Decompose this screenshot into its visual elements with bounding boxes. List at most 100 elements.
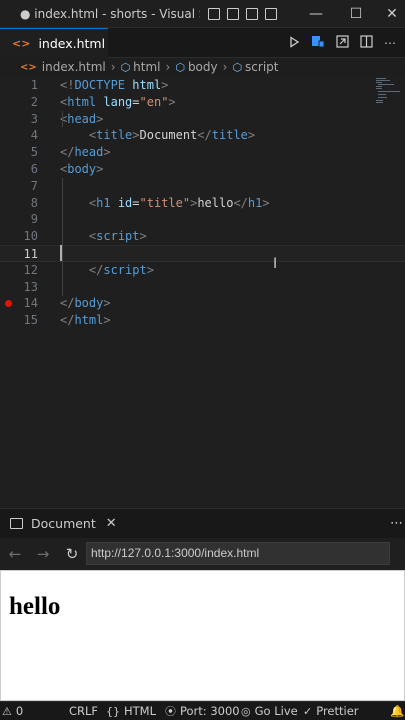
line-number: 4	[30, 128, 38, 143]
reload-icon[interactable]: ↻	[62, 544, 82, 564]
code-line[interactable]: 4 <title>Document</title>	[0, 127, 405, 144]
browser-tab-bar: Document ✕ ⋯	[0, 508, 405, 538]
url-input[interactable]: http://127.0.0.1:3000/index.html	[86, 542, 390, 565]
chevron-right-icon: ›	[222, 60, 228, 74]
code-token: body	[74, 296, 104, 311]
code-line[interactable]: 15 </html>	[0, 312, 405, 329]
maximize-button[interactable]: ☐	[338, 0, 374, 28]
toggle-panel-icon[interactable]	[227, 7, 239, 20]
language-status[interactable]: {} HTML	[106, 702, 156, 720]
text-cursor	[60, 245, 62, 261]
line-number: 9	[30, 212, 38, 227]
code-line[interactable]: 9	[0, 211, 405, 228]
code-token: >	[132, 128, 140, 143]
breakpoint-icon[interactable]	[5, 300, 12, 308]
browser-viewport[interactable]: hello	[0, 570, 405, 701]
indent-guide	[62, 178, 63, 296]
line-number: 5	[30, 145, 38, 160]
code-line[interactable]: 7	[0, 178, 405, 195]
code-token: h1	[247, 195, 263, 210]
breadcrumb-script[interactable]: script	[245, 60, 278, 74]
code-text: </script>	[60, 262, 154, 279]
code-token: </	[233, 195, 248, 210]
code-token: html	[67, 94, 97, 109]
code-line[interactable]: 5 </head>	[0, 144, 405, 161]
page-heading: hello	[9, 593, 61, 620]
code-line[interactable]: 13	[0, 279, 405, 296]
code-token: head	[74, 145, 104, 160]
element-icon: ⬡	[120, 60, 131, 74]
tab-index-html[interactable]: <> index.html	[0, 28, 108, 58]
element-icon: ⬡	[232, 60, 243, 74]
code-token: >	[139, 229, 147, 244]
code-token: lang	[103, 94, 133, 109]
breadcrumb-file[interactable]: index.html	[42, 60, 106, 74]
line-number: 2	[30, 94, 38, 109]
title-bar: ● index.html - shorts - Visual Studio C.…	[0, 0, 405, 28]
code-token: >	[103, 296, 111, 311]
more-actions-icon[interactable]: ⋯	[390, 509, 403, 539]
editor-actions: ⋯	[287, 28, 397, 58]
breadcrumb-body[interactable]: body	[188, 60, 218, 74]
prettier-status[interactable]: ✓ Prettier	[303, 702, 359, 720]
toggle-secondary-sidebar-icon[interactable]	[246, 7, 258, 20]
editor-tab-bar: <> index.html ⋯	[0, 28, 405, 58]
code-token: "title"	[139, 195, 191, 210]
code-token: id	[117, 195, 133, 210]
code-token: title	[96, 128, 133, 143]
code-token: hello	[197, 195, 234, 210]
code-token: </	[60, 145, 75, 160]
customize-layout-icon[interactable]	[265, 7, 277, 20]
code-line[interactable]: 12 </script>	[0, 262, 405, 279]
line-number: 14	[23, 296, 38, 311]
code-line[interactable]: 6 <body>	[0, 161, 405, 178]
forward-icon[interactable]: →	[33, 544, 53, 564]
code-token: Document	[139, 128, 198, 143]
split-editor-icon[interactable]	[359, 35, 373, 51]
line-number: 10	[23, 229, 38, 244]
status-bar: ⚠ 0 CRLF {} HTML ⦿ Port: 3000 ◎ Go Live ✓ Pre…	[0, 701, 405, 720]
code-token: >	[262, 195, 270, 210]
go-live-status[interactable]: ◎ Go Live	[241, 702, 298, 720]
code-line[interactable]: 8 <h1 id="title">hello</h1>	[0, 195, 405, 212]
eol-status[interactable]: CRLF	[69, 702, 98, 720]
code-line[interactable]: 14 </body>	[0, 295, 405, 312]
notifications-bell-icon[interactable]: 🔔	[390, 702, 404, 720]
code-token: </	[88, 262, 104, 277]
code-token: >	[103, 313, 111, 328]
element-icon: ⬡	[175, 60, 185, 74]
close-tab-icon[interactable]: ✕	[106, 516, 117, 531]
code-text: </head>	[60, 144, 111, 161]
code-editor[interactable]: 1 <!DOCTYPE html> 2 <html lang="en"> 3 <head>…	[0, 76, 405, 508]
port-status[interactable]: ⦿ Port: 3000	[165, 702, 240, 720]
code-token: html	[132, 78, 162, 92]
toggle-primary-sidebar-icon[interactable]	[208, 7, 220, 20]
line-number: 8	[30, 195, 38, 210]
tab-document[interactable]: Document ✕	[0, 509, 117, 539]
back-icon[interactable]: ←	[5, 544, 25, 564]
browser-nav-bar: ← → ↻ http://127.0.0.1:3000/index.html	[0, 538, 405, 570]
code-line[interactable]: 1 <!DOCTYPE html>	[0, 77, 405, 94]
breadcrumb-html[interactable]: html	[133, 60, 160, 74]
code-line[interactable]: 10 <script>	[0, 228, 405, 245]
code-text: <head>	[60, 111, 103, 128]
code-line[interactable]: 3 <head>	[0, 111, 405, 128]
code-token: </	[60, 296, 75, 311]
code-token: script	[96, 229, 140, 244]
code-token: </	[197, 128, 212, 143]
code-text: <html lang="en">	[60, 94, 176, 111]
minimize-button[interactable]: —	[298, 0, 334, 28]
open-preview-icon[interactable]	[335, 35, 349, 51]
chevron-right-icon: ›	[165, 60, 171, 74]
run-icon[interactable]	[287, 35, 301, 51]
prettier-label: Prettier	[316, 704, 359, 718]
browser-icon	[10, 518, 23, 529]
code-token: >	[161, 78, 169, 92]
code-line[interactable]: 2 <html lang="en">	[0, 94, 405, 111]
more-actions-icon[interactable]: ⋯	[383, 36, 397, 50]
problems-status[interactable]: ⚠ 0	[2, 702, 23, 720]
code-token: body	[67, 162, 97, 176]
close-window-button[interactable]: ✕	[374, 0, 405, 28]
live-preview-icon[interactable]	[311, 35, 325, 51]
